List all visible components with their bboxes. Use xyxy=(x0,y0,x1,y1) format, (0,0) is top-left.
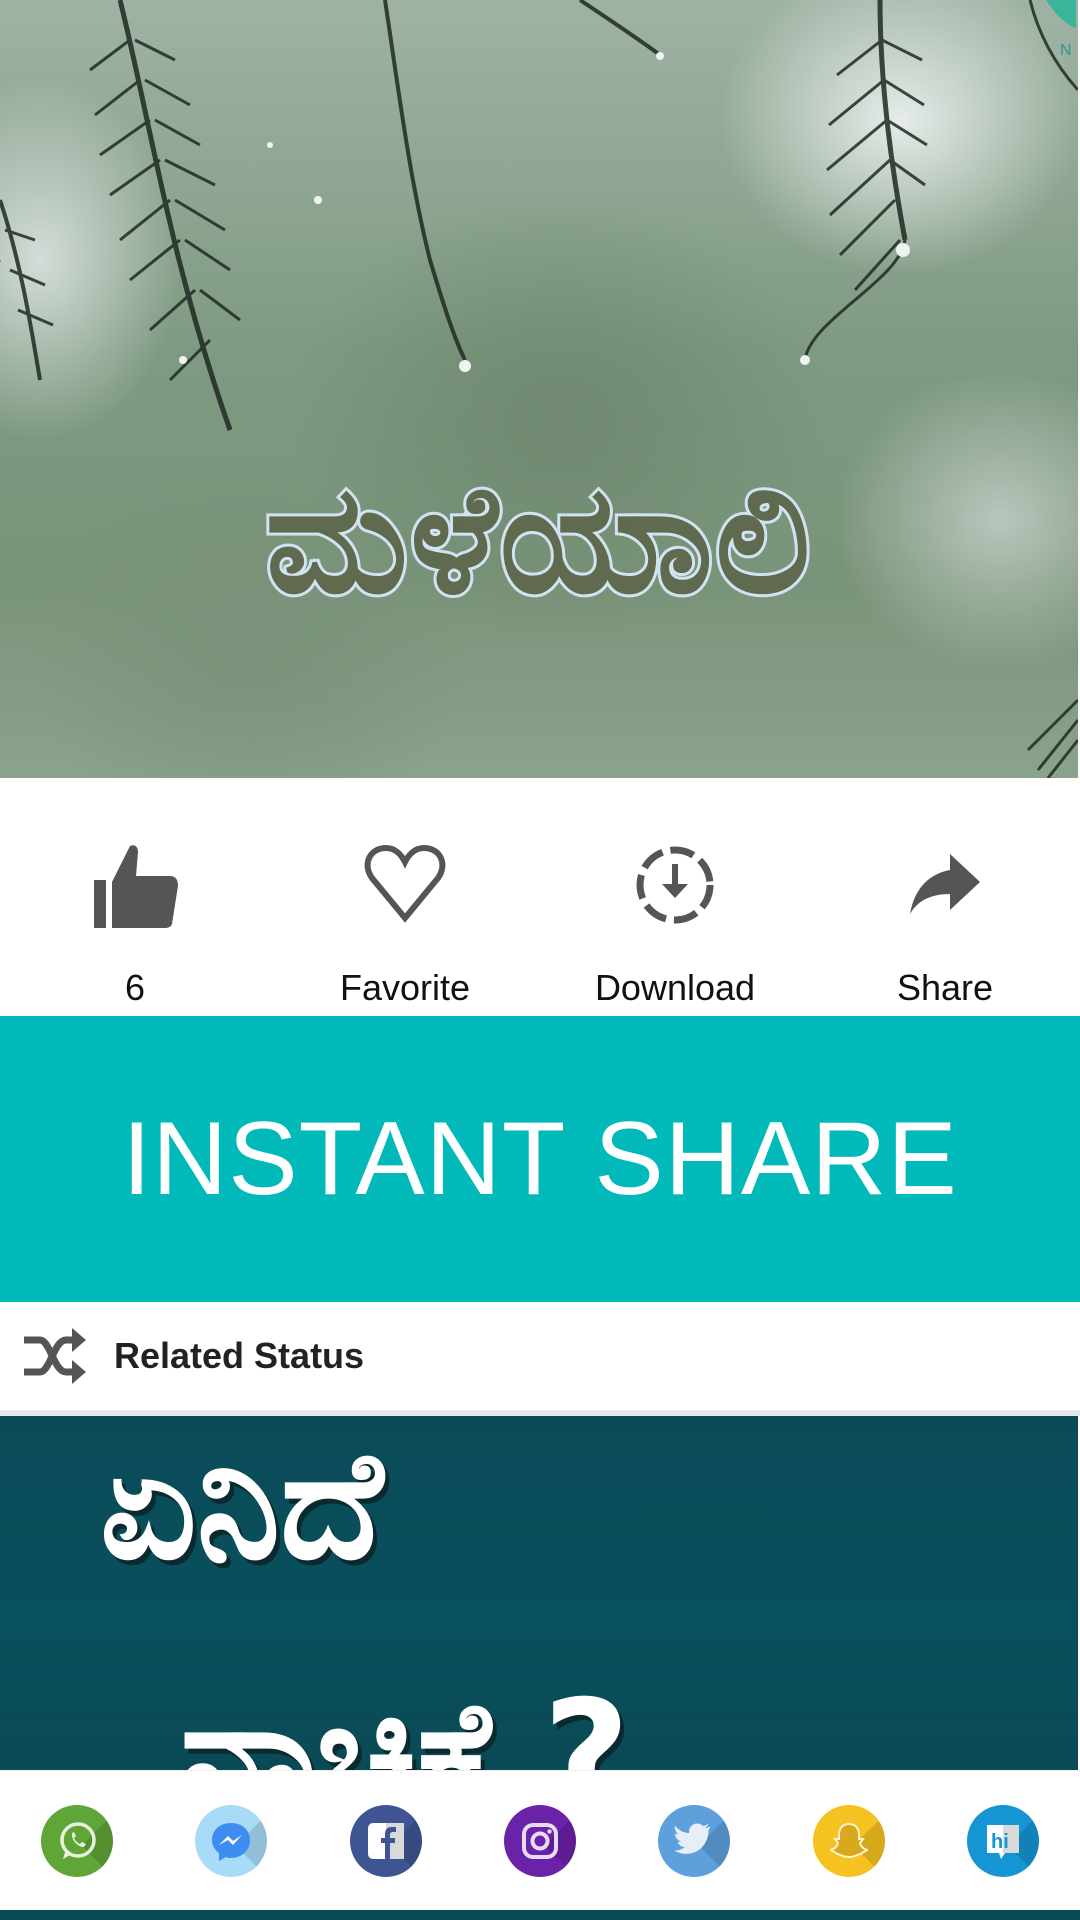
hike-icon: hi xyxy=(986,1825,1019,1859)
share-button[interactable]: Share xyxy=(810,778,1080,1018)
thumbs-up-icon xyxy=(90,840,180,930)
related-status-text-line1: ಏನಿದೆ xyxy=(100,1419,384,1593)
svg-text:hi: hi xyxy=(991,1831,1009,1853)
action-row: 6 Favorite Download Share xyxy=(0,778,1080,1018)
snapchat-icon xyxy=(828,1822,869,1859)
whatsapp-icon xyxy=(60,1822,96,1859)
status-title-text: ಮಳೆಯಾಲಿ xyxy=(262,452,813,628)
share-snapchat-button[interactable] xyxy=(812,1805,885,1877)
share-whatsapp-button[interactable] xyxy=(41,1805,114,1877)
like-count: 6 xyxy=(124,967,146,1008)
related-status-header: Related Status xyxy=(0,1302,1080,1416)
share-hike-button[interactable]: hi xyxy=(966,1805,1039,1877)
instant-share-button[interactable]: INSTANT SHARE xyxy=(0,1016,1080,1302)
related-status-title: Related Status xyxy=(114,1335,365,1376)
shuffle-icon xyxy=(22,1328,86,1384)
download-circle-icon xyxy=(630,840,720,930)
status-video-thumbnail[interactable]: N ಮಳೆಯಾಲಿ xyxy=(0,0,1078,778)
bottom-edge xyxy=(0,1910,1080,1920)
share-messenger-button[interactable] xyxy=(195,1805,268,1877)
share-arrow-icon xyxy=(900,840,990,930)
facebook-icon xyxy=(367,1823,404,1859)
download-button[interactable]: Download xyxy=(540,778,810,1018)
like-button[interactable]: 6 xyxy=(0,778,270,1018)
heart-icon xyxy=(360,840,450,930)
favorite-button[interactable]: Favorite xyxy=(270,778,540,1018)
instagram-icon xyxy=(521,1823,558,1859)
share-facebook-button[interactable] xyxy=(349,1805,422,1877)
twitter-icon xyxy=(674,1823,711,1854)
share-instagram-button[interactable] xyxy=(503,1805,576,1877)
share-twitter-button[interactable] xyxy=(658,1805,731,1877)
related-status-text-line2: ನಾಚಿಕೆ ? xyxy=(180,1669,630,1770)
share-app-bar: hi xyxy=(0,1770,1080,1911)
svg-text:N: N xyxy=(1060,42,1072,59)
download-label: Download xyxy=(594,967,756,1008)
watermark-logo: N xyxy=(1036,0,1076,60)
favorite-label: Favorite xyxy=(339,967,471,1008)
messenger-icon xyxy=(212,1823,251,1861)
pine-branches-decoration xyxy=(0,0,1078,778)
share-label: Share xyxy=(896,967,994,1008)
related-status-item[interactable]: ಏನಿದೆ ನಾಚಿಕೆ ? xyxy=(0,1416,1078,1770)
